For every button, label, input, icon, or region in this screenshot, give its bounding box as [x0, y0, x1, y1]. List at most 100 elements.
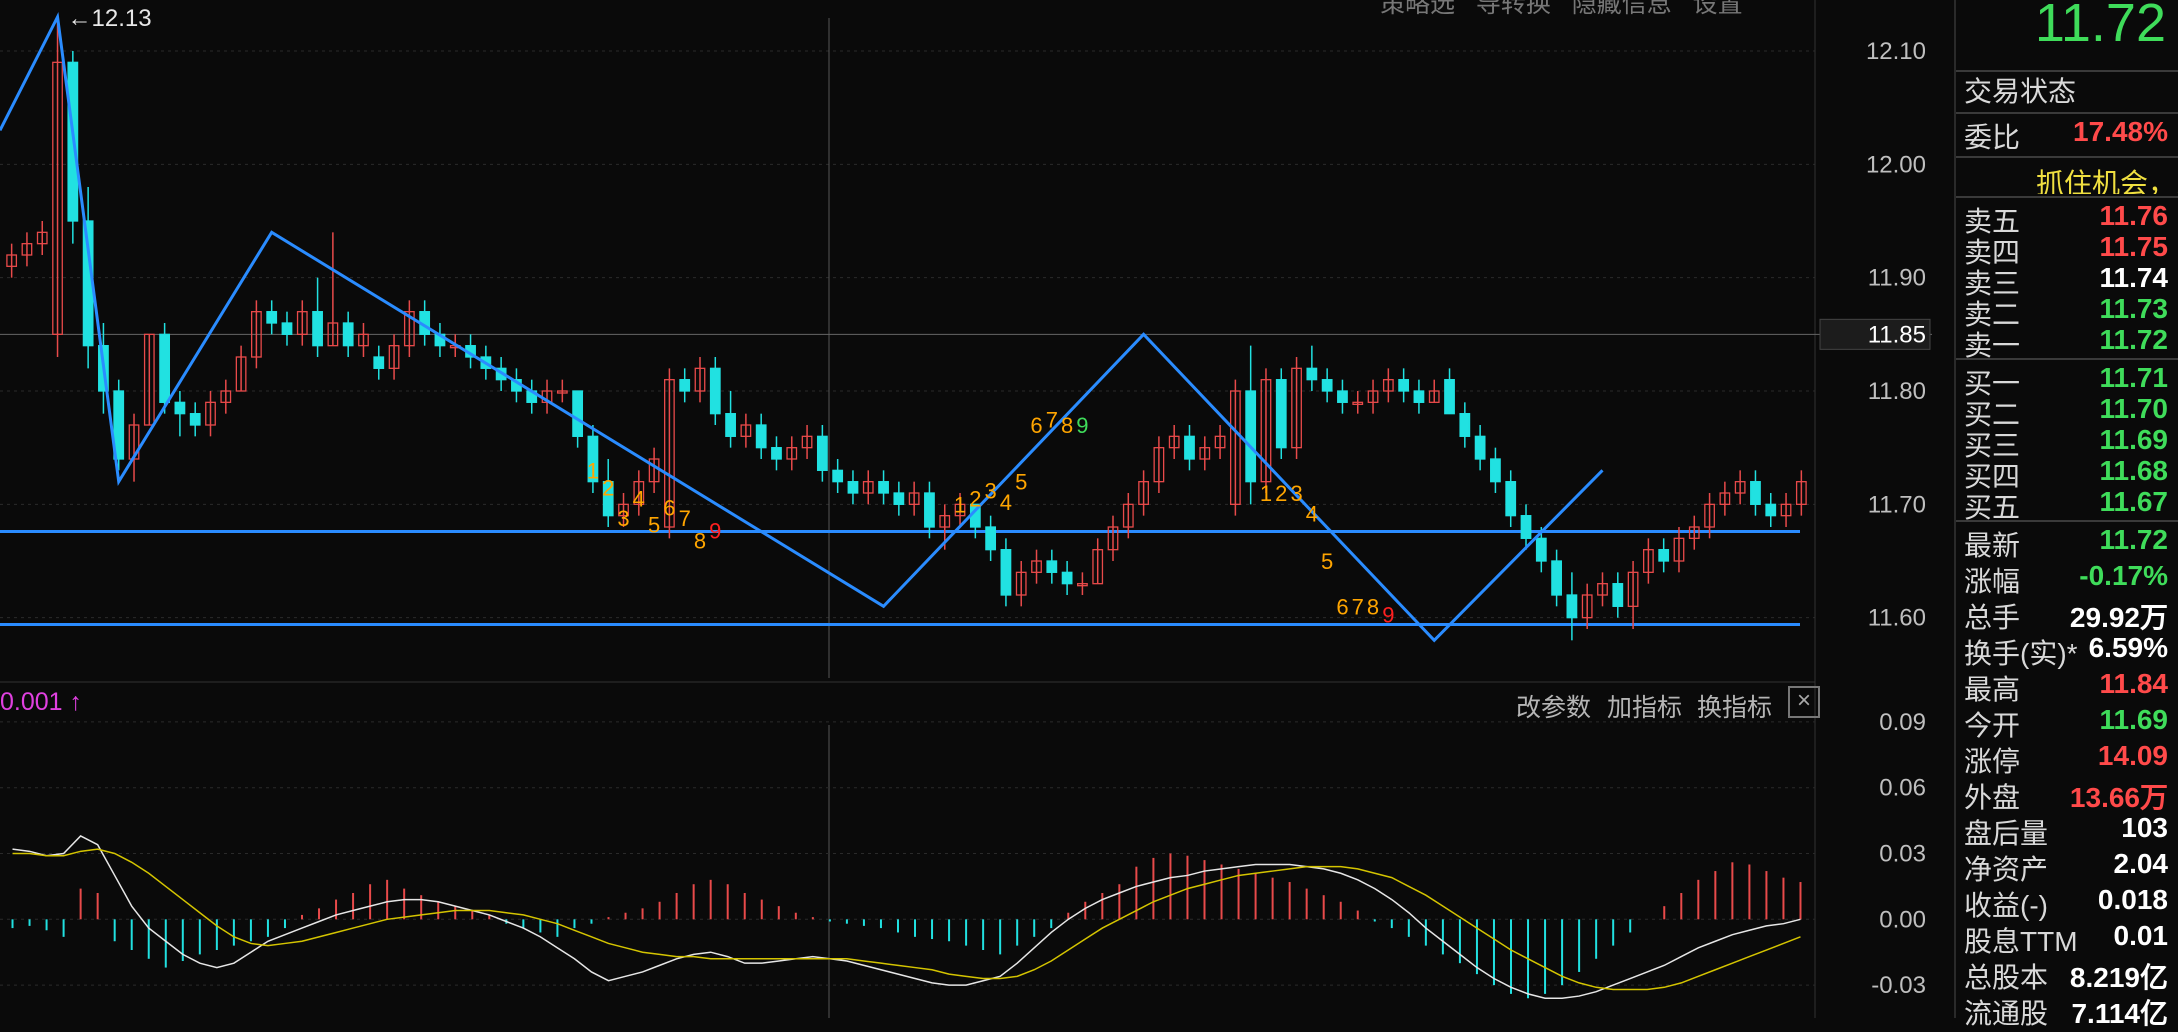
candle — [679, 379, 691, 392]
candle — [1306, 367, 1318, 381]
kline-chart[interactable]: ←12.13 123456 78 91 2 3 456 7 8 91 2 3456 7 8 9 12.10… — [0, 0, 1954, 1018]
stat-row-value: 11.69 — [2099, 704, 2168, 735]
td-count-label: 3 — [617, 506, 629, 531]
td-count-label: 8 — [1061, 413, 1073, 438]
stat-row-value: 11.84 — [2099, 668, 2168, 699]
stat-row: 盘后量 103 — [1956, 812, 2178, 849]
ask-level-value: 11.72 — [2099, 324, 2168, 355]
candle — [1275, 379, 1287, 449]
td-count-label: 7 — [679, 506, 691, 531]
candle — [878, 481, 889, 494]
stat-row: 外盘 13.66万 — [1956, 776, 2178, 813]
stat-row-label: 今开 — [1964, 710, 2021, 741]
candle — [1184, 435, 1195, 460]
td-count-label: 9 — [1076, 413, 1088, 438]
candle — [1505, 481, 1517, 517]
dif-line — [12, 835, 1801, 1000]
y-tick-label: 12.10 — [1866, 38, 1926, 65]
stat-row: 收益(-) 0.018 — [1956, 884, 2178, 921]
stat-row-label: 换手(实)* — [1964, 638, 2078, 669]
top-menu-item[interactable]: 策略选 — [1380, 0, 1455, 18]
td-count-label: 5 — [1015, 470, 1027, 495]
indicator-value-label: 0.001 ↑ — [0, 688, 83, 716]
stat-row-label: 最高 — [1964, 674, 2021, 705]
stat-row-label: 外盘 — [1964, 782, 2021, 813]
stat-row: 净资产 2.04 — [1956, 848, 2178, 885]
candle — [1337, 390, 1348, 403]
td-count-label: 4 — [1000, 490, 1012, 515]
news-ticker[interactable]: 抓住机会，即 — [2036, 162, 2178, 194]
stat-row: 股息TTM 0.01 — [1956, 920, 2178, 957]
candle — [312, 311, 323, 347]
stat-row-label: 涨停 — [1964, 746, 2021, 777]
indicator-y-tick: -0.03 — [1871, 972, 1926, 999]
candle — [281, 322, 293, 335]
candle — [1490, 458, 1501, 483]
top-menu-item[interactable]: 导转换 — [1476, 0, 1551, 18]
y-tick-label: 12.00 — [1866, 151, 1926, 178]
td-count-label: 2 — [1275, 481, 1287, 506]
indicator-y-tick: 0.03 — [1879, 841, 1926, 868]
bid-level-value: 11.70 — [2099, 393, 2168, 424]
candle — [266, 311, 278, 324]
candle — [1520, 515, 1532, 539]
weibi-value: 17.48% — [2073, 116, 2168, 147]
stat-row: 最新 11.72 — [1956, 524, 2178, 561]
stat-row-value: -0.17% — [2079, 560, 2168, 591]
stat-row: 流通股 7.114亿 — [1956, 992, 2178, 1029]
indicator-y-tick: 0.06 — [1879, 775, 1926, 802]
candle — [893, 492, 905, 505]
stat-row: 涨停 14.09 — [1956, 740, 2178, 777]
candle — [174, 401, 186, 415]
indicator-y-tick: 0.00 — [1879, 906, 1926, 933]
td-count-label: 6 — [1030, 413, 1042, 438]
top-menu-item[interactable]: 隐藏信息 — [1572, 0, 1672, 18]
weibi-label: 委比 — [1964, 122, 2021, 153]
bid-level: 买五 11.67 — [1956, 486, 2178, 523]
ask-level-value: 11.74 — [2099, 262, 2168, 293]
top-menu: 策略选 导转换 隐藏信息 设置 — [1380, 0, 1743, 20]
candle — [816, 435, 828, 471]
close-icon[interactable]: × — [1788, 686, 1820, 718]
td-count-label: 4 — [633, 487, 645, 512]
td-count-label: 2 — [602, 475, 614, 500]
add-indicator-button[interactable]: 加指标 — [1607, 688, 1682, 724]
candle — [924, 492, 935, 528]
candle — [1765, 503, 1777, 517]
candle — [373, 356, 385, 369]
top-menu-item[interactable]: 设置 — [1693, 0, 1743, 18]
td-count-label: 6 — [1336, 594, 1348, 619]
bid-level-value: 11.69 — [2099, 424, 2168, 455]
stat-row-label: 最新 — [1964, 530, 2021, 561]
stat-row-label: 涨幅 — [1964, 566, 2021, 597]
candle — [1535, 537, 1547, 562]
change-params-button[interactable]: 改参数 — [1516, 688, 1591, 724]
td-count-label: 1 — [587, 458, 599, 483]
candle — [1398, 379, 1410, 392]
y-tick-label: 11.70 — [1868, 491, 1926, 518]
candle — [1658, 549, 1670, 562]
candle — [1474, 435, 1486, 460]
last-price: 11.72 — [2034, 0, 2166, 53]
indicator-y-tick: 0.09 — [1879, 709, 1926, 736]
td-count-label: 1 — [1260, 481, 1272, 506]
stat-row-label: 流通股 — [1964, 998, 2049, 1029]
td-count-label: 5 — [648, 513, 660, 538]
stat-row: 今开 11.69 — [1956, 704, 2178, 741]
td-count-label: 7 — [1046, 407, 1058, 432]
candle — [159, 333, 171, 403]
candle — [1245, 390, 1257, 483]
candle — [1000, 549, 1012, 596]
ask-level: 卖一 11.72 — [1956, 324, 2178, 361]
y-tick-label: 11.90 — [1868, 265, 1926, 292]
switch-indicator-button[interactable]: 换指标 — [1697, 688, 1772, 724]
td-count-label: 3 — [1290, 481, 1302, 506]
candle — [725, 413, 736, 437]
stat-row-value: 8.219亿 — [2069, 962, 2168, 993]
candle — [1061, 571, 1073, 585]
trend-line — [0, 12, 1604, 643]
td-count-label: 4 — [1306, 501, 1318, 526]
td-count-label: 8 — [694, 529, 706, 554]
bid-level-value: 11.68 — [2099, 455, 2168, 486]
y-tick-label: 11.80 — [1868, 378, 1926, 405]
